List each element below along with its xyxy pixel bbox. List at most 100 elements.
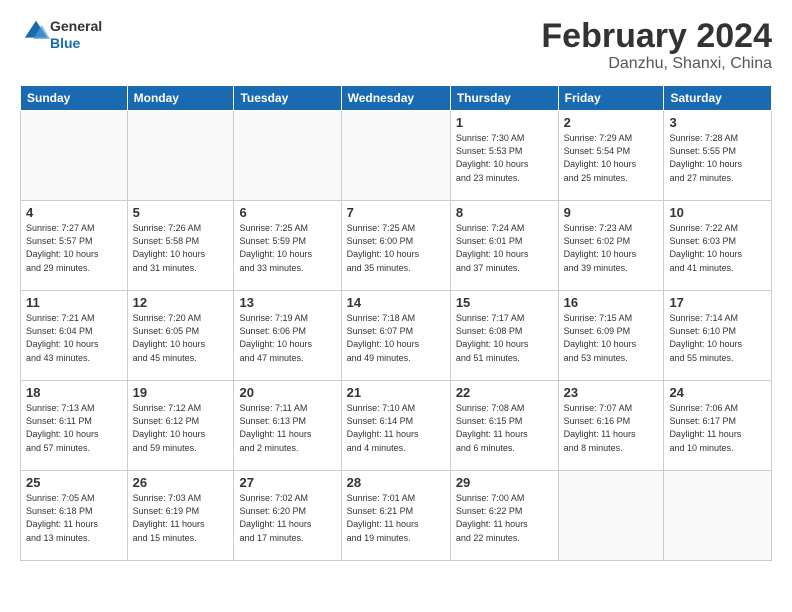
- day-info: Sunrise: 7:14 AMSunset: 6:10 PMDaylight:…: [669, 312, 766, 364]
- table-row: 13 Sunrise: 7:19 AMSunset: 6:06 PMDayligh…: [234, 291, 341, 381]
- day-number: 3: [669, 115, 766, 130]
- table-row: 4 Sunrise: 7:27 AMSunset: 5:57 PMDaylight…: [21, 201, 128, 291]
- day-number: 4: [26, 205, 122, 220]
- table-row: 2Sunrise: 7:29 AMSunset: 5:54 PMDaylight…: [558, 111, 664, 201]
- page: General Blue February 2024 Danzhu, Shanx…: [0, 0, 792, 571]
- logo-icon: [22, 18, 50, 46]
- day-number: 13: [239, 295, 335, 310]
- table-row: 15 Sunrise: 7:17 AMSunset: 6:08 PMDayligh…: [450, 291, 558, 381]
- table-row: 14 Sunrise: 7:18 AMSunset: 6:07 PMDayligh…: [341, 291, 450, 381]
- calendar: Sunday Monday Tuesday Wednesday Thursday…: [20, 85, 772, 561]
- header-monday: Monday: [127, 86, 234, 111]
- day-info: Sunrise: 7:24 AMSunset: 6:01 PMDaylight:…: [456, 222, 553, 274]
- calendar-week-row: 18 Sunrise: 7:13 AMSunset: 6:11 PMDayligh…: [21, 381, 772, 471]
- day-number: 11: [26, 295, 122, 310]
- day-info: Sunrise: 7:08 AMSunset: 6:15 PMDaylight:…: [456, 402, 553, 454]
- day-number: 14: [347, 295, 445, 310]
- day-number: 19: [133, 385, 229, 400]
- day-number: 29: [456, 475, 553, 490]
- day-info: Sunrise: 7:18 AMSunset: 6:07 PMDaylight:…: [347, 312, 445, 364]
- table-row: 23 Sunrise: 7:07 AMSunset: 6:16 PMDayligh…: [558, 381, 664, 471]
- table-row: 7 Sunrise: 7:25 AMSunset: 6:00 PMDaylight…: [341, 201, 450, 291]
- table-row: 16 Sunrise: 7:15 AMSunset: 6:09 PMDayligh…: [558, 291, 664, 381]
- day-info: Sunrise: 7:02 AMSunset: 6:20 PMDaylight:…: [239, 492, 335, 544]
- day-number: 22: [456, 385, 553, 400]
- day-info: Sunrise: 7:07 AMSunset: 6:16 PMDaylight:…: [564, 402, 659, 454]
- table-row: 19 Sunrise: 7:12 AMSunset: 6:12 PMDayligh…: [127, 381, 234, 471]
- day-info: Sunrise: 7:22 AMSunset: 6:03 PMDaylight:…: [669, 222, 766, 274]
- day-number: 9: [564, 205, 659, 220]
- day-info: Sunrise: 7:19 AMSunset: 6:06 PMDaylight:…: [239, 312, 335, 364]
- day-info: Sunrise: 7:11 AMSunset: 6:13 PMDaylight:…: [239, 402, 335, 454]
- header-friday: Friday: [558, 86, 664, 111]
- day-info: Sunrise: 7:05 AMSunset: 6:18 PMDaylight:…: [26, 492, 122, 544]
- day-info: Sunrise: 7:06 AMSunset: 6:17 PMDaylight:…: [669, 402, 766, 454]
- table-row: 6 Sunrise: 7:25 AMSunset: 5:59 PMDaylight…: [234, 201, 341, 291]
- header-saturday: Saturday: [664, 86, 772, 111]
- day-number: 5: [133, 205, 229, 220]
- day-info: Sunrise: 7:17 AMSunset: 6:08 PMDaylight:…: [456, 312, 553, 364]
- day-number: 6: [239, 205, 335, 220]
- day-info: Sunrise: 7:15 AMSunset: 6:09 PMDaylight:…: [564, 312, 659, 364]
- day-info: Sunrise: 7:25 AMSunset: 5:59 PMDaylight:…: [239, 222, 335, 274]
- day-info: Sunrise: 7:25 AMSunset: 6:00 PMDaylight:…: [347, 222, 445, 274]
- location: Danzhu, Shanxi, China: [541, 55, 772, 73]
- table-row: 25 Sunrise: 7:05 AMSunset: 6:18 PMDayligh…: [21, 471, 128, 561]
- day-info: Sunrise: 7:28 AMSunset: 5:55 PMDaylight:…: [669, 132, 766, 184]
- day-info: Sunrise: 7:21 AMSunset: 6:04 PMDaylight:…: [26, 312, 122, 364]
- day-number: 27: [239, 475, 335, 490]
- table-row: 12Sunrise: 7:20 AMSunset: 6:05 PMDayligh…: [127, 291, 234, 381]
- table-row: [558, 471, 664, 561]
- day-number: 21: [347, 385, 445, 400]
- header-sunday: Sunday: [21, 86, 128, 111]
- day-number: 23: [564, 385, 659, 400]
- table-row: 29Sunrise: 7:00 AMSunset: 6:22 PMDayligh…: [450, 471, 558, 561]
- day-info: Sunrise: 7:03 AMSunset: 6:19 PMDaylight:…: [133, 492, 229, 544]
- header-tuesday: Tuesday: [234, 86, 341, 111]
- calendar-week-row: 4 Sunrise: 7:27 AMSunset: 5:57 PMDaylight…: [21, 201, 772, 291]
- table-row: 27 Sunrise: 7:02 AMSunset: 6:20 PMDayligh…: [234, 471, 341, 561]
- month-title: February 2024: [541, 18, 772, 55]
- table-row: 22 Sunrise: 7:08 AMSunset: 6:15 PMDayligh…: [450, 381, 558, 471]
- day-info: Sunrise: 7:26 AMSunset: 5:58 PMDaylight:…: [133, 222, 229, 274]
- calendar-header-row: Sunday Monday Tuesday Wednesday Thursday…: [21, 86, 772, 111]
- day-info: Sunrise: 7:30 AMSunset: 5:53 PMDaylight:…: [456, 132, 553, 184]
- day-number: 16: [564, 295, 659, 310]
- day-info: Sunrise: 7:27 AMSunset: 5:57 PMDaylight:…: [26, 222, 122, 274]
- table-row: 10 Sunrise: 7:22 AMSunset: 6:03 PMDayligh…: [664, 201, 772, 291]
- day-number: 17: [669, 295, 766, 310]
- day-info: Sunrise: 7:10 AMSunset: 6:14 PMDaylight:…: [347, 402, 445, 454]
- calendar-week-row: 25 Sunrise: 7:05 AMSunset: 6:18 PMDayligh…: [21, 471, 772, 561]
- logo: General Blue: [20, 18, 102, 51]
- header-thursday: Thursday: [450, 86, 558, 111]
- day-number: 8: [456, 205, 553, 220]
- table-row: 17 Sunrise: 7:14 AMSunset: 6:10 PMDayligh…: [664, 291, 772, 381]
- day-info: Sunrise: 7:23 AMSunset: 6:02 PMDaylight:…: [564, 222, 659, 274]
- day-number: 25: [26, 475, 122, 490]
- table-row: [127, 111, 234, 201]
- table-row: 28Sunrise: 7:01 AMSunset: 6:21 PMDayligh…: [341, 471, 450, 561]
- day-number: 10: [669, 205, 766, 220]
- day-number: 7: [347, 205, 445, 220]
- table-row: 8 Sunrise: 7:24 AMSunset: 6:01 PMDaylight…: [450, 201, 558, 291]
- day-info: Sunrise: 7:12 AMSunset: 6:12 PMDaylight:…: [133, 402, 229, 454]
- calendar-week-row: 11 Sunrise: 7:21 AMSunset: 6:04 PMDayligh…: [21, 291, 772, 381]
- day-number: 18: [26, 385, 122, 400]
- table-row: 18 Sunrise: 7:13 AMSunset: 6:11 PMDayligh…: [21, 381, 128, 471]
- day-info: Sunrise: 7:13 AMSunset: 6:11 PMDaylight:…: [26, 402, 122, 454]
- table-row: 20 Sunrise: 7:11 AMSunset: 6:13 PMDayligh…: [234, 381, 341, 471]
- table-row: 11 Sunrise: 7:21 AMSunset: 6:04 PMDayligh…: [21, 291, 128, 381]
- header: General Blue February 2024 Danzhu, Shanx…: [20, 18, 772, 73]
- day-number: 15: [456, 295, 553, 310]
- calendar-week-row: 1Sunrise: 7:30 AMSunset: 5:53 PMDaylight…: [21, 111, 772, 201]
- table-row: [341, 111, 450, 201]
- table-row: [234, 111, 341, 201]
- table-row: 1Sunrise: 7:30 AMSunset: 5:53 PMDaylight…: [450, 111, 558, 201]
- day-number: 20: [239, 385, 335, 400]
- day-number: 28: [347, 475, 445, 490]
- logo-text: General Blue: [50, 18, 102, 50]
- day-info: Sunrise: 7:29 AMSunset: 5:54 PMDaylight:…: [564, 132, 659, 184]
- table-row: 24Sunrise: 7:06 AMSunset: 6:17 PMDayligh…: [664, 381, 772, 471]
- table-row: 9 Sunrise: 7:23 AMSunset: 6:02 PMDaylight…: [558, 201, 664, 291]
- table-row: [21, 111, 128, 201]
